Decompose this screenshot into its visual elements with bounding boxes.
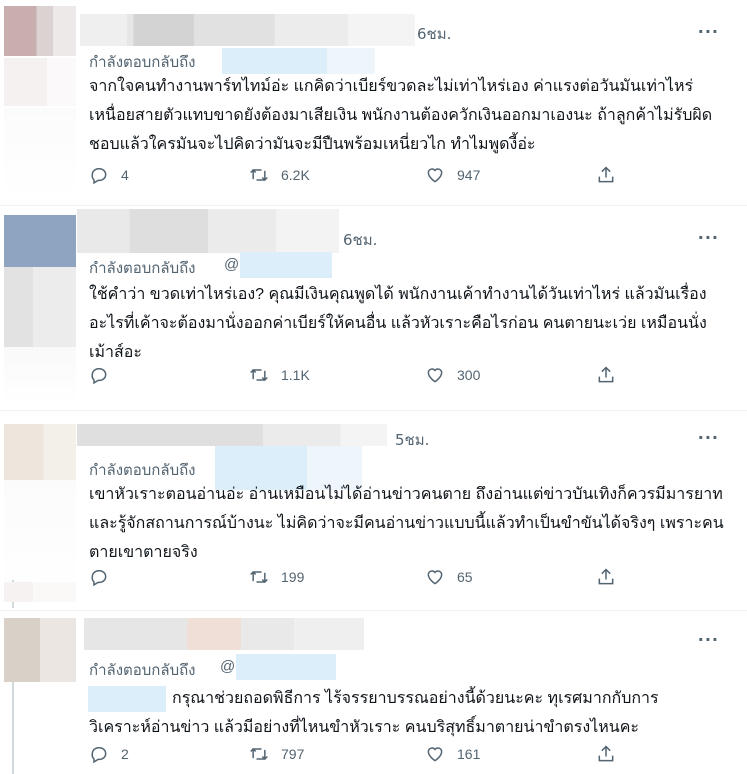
retweet-button[interactable]: 797: [249, 744, 304, 764]
more-dots-icon[interactable]: ···: [698, 22, 719, 41]
retweet-count: 1.1K: [281, 367, 310, 383]
mention-at-sign[interactable]: @: [220, 658, 235, 675]
retweet-icon: [250, 570, 268, 584]
reply-button[interactable]: 2: [89, 744, 129, 764]
avatar[interactable]: [4, 582, 76, 602]
retweet-icon: [250, 747, 268, 761]
avatar[interactable]: [4, 424, 76, 480]
display-name-blurred[interactable]: [80, 14, 415, 46]
share-upload-icon: [598, 166, 614, 183]
comment-bubble-icon: [91, 168, 107, 185]
like-count: 947: [457, 167, 481, 183]
reply-count: 2: [121, 746, 129, 762]
retweet-button[interactable]: 6.2K: [249, 165, 310, 185]
reply-tweet[interactable]: ··· กำลังตอบกลับถึง @ กรุณาช่วยถอดพิธีกา…: [0, 580, 747, 774]
like-count: 300: [457, 367, 481, 383]
action-bar: 4 6.2K 947: [89, 165, 649, 195]
mention-link-blurred[interactable]: [240, 252, 332, 278]
retweet-icon: [250, 368, 268, 382]
mention-link-blurred[interactable]: [236, 654, 336, 680]
like-button[interactable]: 65: [425, 567, 473, 587]
tweet-text-line-2: วิเคราะห์อ่านข่าว แล้วมีอย่างที่ไหนขำหัว…: [89, 719, 640, 736]
retweet-count: 797: [281, 746, 305, 762]
retweet-button[interactable]: 199: [249, 567, 304, 587]
action-bar: 199 65: [89, 567, 649, 597]
heart-icon: [427, 570, 443, 585]
tweet-text: เขาหัวเราะตอนอ่านอ่ะ อ่านเหมือนไม่ได้อ่า…: [89, 486, 724, 561]
mention-link-blurred[interactable]: [88, 686, 166, 712]
display-name-blurred[interactable]: [84, 618, 364, 650]
more-dots-icon[interactable]: ···: [698, 630, 719, 649]
reply-count: 4: [121, 167, 129, 183]
mention-link-blurred[interactable]: [327, 48, 375, 74]
like-count: 161: [457, 746, 481, 762]
more-dots-icon[interactable]: ···: [698, 428, 719, 447]
replying-to-label: กำลังตอบกลับถึง: [89, 260, 196, 277]
replying-to-label: กำลังตอบกลับถึง: [89, 662, 196, 679]
display-name-blurred[interactable]: [77, 209, 339, 253]
reply-button[interactable]: [89, 365, 121, 385]
avatar-blur: [4, 267, 76, 347]
share-button[interactable]: [596, 365, 616, 385]
retweet-count: 199: [281, 569, 305, 585]
replying-to-label: กำลังตอบกลับถึง: [89, 54, 196, 71]
share-upload-icon: [598, 366, 614, 383]
avatar-blur: [4, 108, 76, 198]
action-bar: 2 797 161: [89, 744, 649, 774]
thread-connector-line: [12, 682, 14, 774]
tweet-text: ใช้คำว่า ขวดเท่าไหร่เอง? คุณมีเงินคุณพูด…: [89, 286, 707, 361]
avatar[interactable]: [4, 6, 76, 56]
avatar-blur: [4, 347, 76, 403]
heart-icon: [427, 747, 443, 762]
mention-at-sign[interactable]: @: [224, 256, 239, 273]
tweet-text: จากใจคนทำงานพาร์ทไทม์อ่ะ แกคิดว่าเบียร์ข…: [89, 78, 713, 153]
share-button[interactable]: [596, 165, 616, 185]
mention-link-blurred[interactable]: [222, 48, 327, 74]
tweet-timestamp[interactable]: 6ชม.: [417, 22, 451, 46]
avatar[interactable]: [4, 215, 76, 267]
like-button[interactable]: 161: [425, 744, 480, 764]
more-dots-icon[interactable]: ···: [698, 228, 719, 247]
tweet-timestamp[interactable]: 5ชม.: [395, 428, 429, 452]
retweet-button[interactable]: 1.1K: [249, 365, 310, 385]
comment-bubble-icon: [91, 570, 107, 587]
share-button[interactable]: [596, 744, 616, 764]
share-upload-icon: [598, 568, 614, 585]
heart-icon: [427, 368, 443, 383]
comment-bubble-icon: [91, 368, 107, 385]
action-bar: 1.1K 300: [89, 365, 649, 395]
share-button[interactable]: [596, 567, 616, 587]
retweet-icon: [250, 168, 268, 182]
reply-tweet[interactable]: 5ชม. ··· กำลังตอบกลับถึง เขาหัวเราะตอนอ่…: [0, 410, 747, 611]
like-button[interactable]: 300: [425, 365, 480, 385]
retweet-count: 6.2K: [281, 167, 310, 183]
reply-tweet[interactable]: 6ชม. ··· กำลังตอบกลับถึง จากใจคนทำงานพาร…: [0, 0, 747, 206]
like-button[interactable]: 947: [425, 165, 480, 185]
replying-to-label: กำลังตอบกลับถึง: [89, 462, 196, 479]
reply-tweet[interactable]: 6ชม. ··· กำลังตอบกลับถึง @ ใช้คำว่า ขวดเ…: [0, 205, 747, 411]
display-name-blurred[interactable]: [77, 424, 387, 446]
tweet-timestamp[interactable]: 6ชม.: [343, 228, 377, 252]
tweet-text-line-1: กรุณาช่วยถอดพิธีการ ไร้จรรยาบรรณอย่างนี้…: [172, 690, 659, 707]
comment-bubble-icon: [91, 747, 107, 764]
like-count: 65: [457, 569, 473, 585]
avatar[interactable]: [4, 618, 76, 682]
reply-button[interactable]: [89, 567, 121, 587]
avatar-blur: [4, 58, 76, 106]
reply-button[interactable]: 4: [89, 165, 129, 185]
share-upload-icon: [598, 745, 614, 762]
heart-icon: [427, 168, 443, 183]
